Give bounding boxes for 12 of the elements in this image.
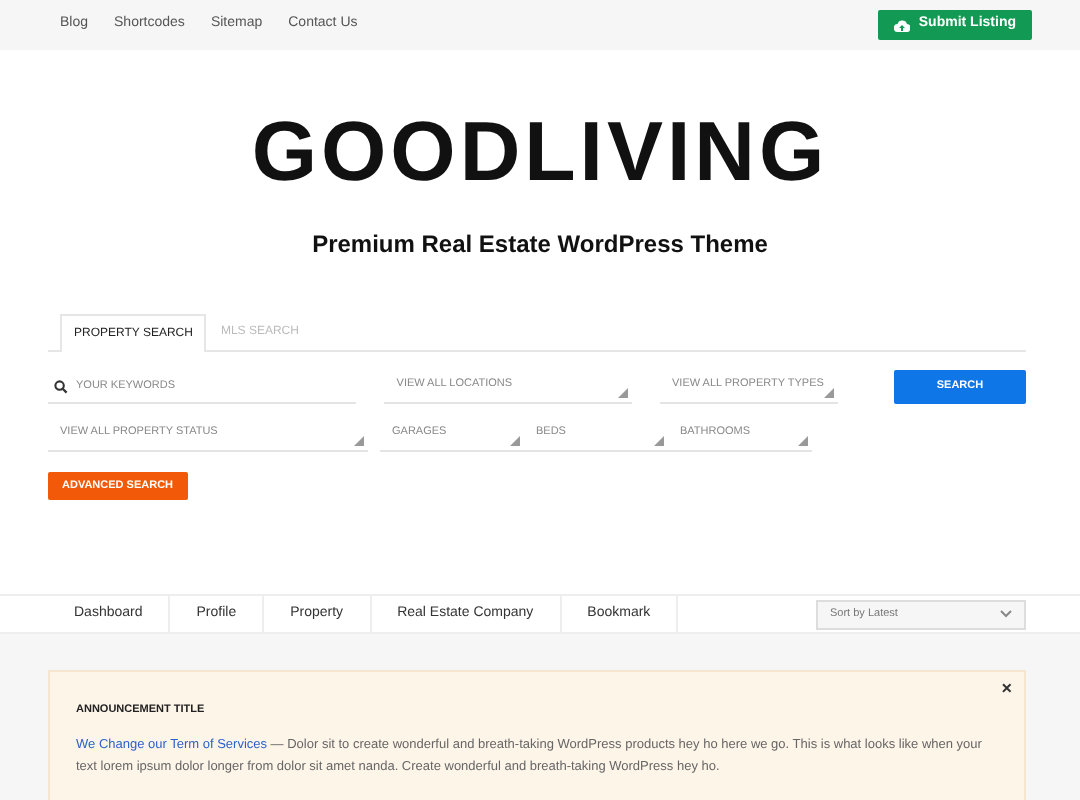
chevron-down-icon: [1000, 610, 1012, 619]
close-button[interactable]: ×: [1001, 680, 1012, 699]
dropdown-triangle-icon: [618, 388, 628, 398]
dropdown-triangle-icon: [354, 436, 364, 446]
cloud-upload-icon: [894, 19, 911, 31]
dropdown-triangle-icon: [510, 436, 520, 446]
logo: GOODLIVING: [249, 110, 831, 194]
tagline: Premium Real Estate WordPress Theme: [310, 228, 770, 262]
search-icon: [54, 380, 68, 394]
dropdown-triangle-icon: [654, 436, 664, 446]
dropdown-triangle-icon: [798, 436, 808, 446]
dropdown-triangle-icon: [824, 388, 834, 398]
